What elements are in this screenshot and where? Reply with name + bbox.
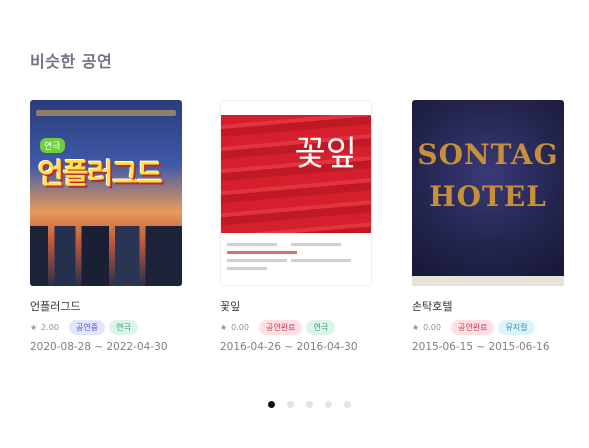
poster-decoration: 연극 [40, 138, 65, 153]
performance-meta: ★ 2.00 공연중 연극 [30, 320, 190, 335]
pagination-dot[interactable] [306, 401, 313, 408]
genre-badge: 연극 [306, 320, 336, 335]
status-badge: 공연중 [68, 320, 106, 335]
poster-decoration [227, 267, 267, 270]
rating-value: 2.00 [41, 323, 59, 332]
genre-badge: 연극 [109, 320, 138, 335]
performance-period: 2020-08-28 ~ 2022-04-30 [30, 341, 168, 353]
pagination-dot[interactable] [268, 401, 275, 408]
status-badge: 공연완료 [258, 320, 303, 335]
poster-title-art: 꽃잎 [294, 134, 357, 174]
section-title: 비슷한 공연 [30, 52, 113, 71]
poster-title-art: 언플러그드 [38, 157, 163, 190]
performance-meta: ★ 0.00 공연완료 뮤지컬 [412, 320, 572, 335]
poster-image[interactable]: 연극 언플러그드 [30, 100, 182, 286]
performance-meta: ★ 0.00 공연완료 연극 [220, 320, 380, 335]
status-badge: 공연완료 [450, 320, 495, 335]
rating-value: 0.00 [423, 323, 441, 332]
poster-title-art: HOTEL [429, 180, 547, 213]
poster-decoration [221, 115, 371, 233]
poster-decoration [227, 259, 287, 262]
performance-period: 2016-04-26 ~ 2016-04-30 [220, 341, 358, 353]
poster-decoration [227, 243, 277, 246]
carousel-pagination [268, 401, 351, 408]
rating-value: 0.00 [231, 323, 249, 332]
pagination-dot[interactable] [287, 401, 294, 408]
poster-decoration [412, 276, 564, 286]
poster-decoration [291, 259, 351, 262]
performance-title[interactable]: 언플러그드 [30, 298, 190, 314]
poster-decoration [30, 226, 182, 286]
performance-title[interactable]: 꽃잎 [220, 298, 380, 314]
poster-title-art: SONTAG [417, 138, 559, 171]
performance-card[interactable]: SONTAG HOTEL 손탁호텔 ★ 0.00 공연완료 뮤지컬 2015-0… [412, 100, 572, 353]
poster-decoration [227, 251, 297, 254]
star-icon: ★ [220, 323, 228, 332]
star-icon: ★ [30, 323, 38, 332]
pagination-dot[interactable] [344, 401, 351, 408]
pagination-dot[interactable] [325, 401, 332, 408]
performance-period: 2015-06-15 ~ 2015-06-16 [412, 341, 550, 353]
genre-badge: 뮤지컬 [498, 320, 535, 335]
star-icon: ★ [412, 323, 420, 332]
similar-performances-section: 비슷한 공연 연극 언플러그드 언플러그드 ★ 2.00 공연중 연극 2020… [0, 0, 589, 448]
performance-card[interactable]: 꽃잎 꽃잎 ★ 0.00 공연완료 연극 2016-04-26 ~ 2016-0… [220, 100, 380, 353]
poster-decoration [291, 243, 341, 246]
performance-card[interactable]: 연극 언플러그드 언플러그드 ★ 2.00 공연중 연극 2020-08-28 … [30, 100, 190, 353]
poster-decoration [36, 110, 176, 116]
poster-image[interactable]: SONTAG HOTEL [412, 100, 564, 286]
performance-title[interactable]: 손탁호텔 [412, 298, 572, 314]
poster-image[interactable]: 꽃잎 [220, 100, 372, 286]
